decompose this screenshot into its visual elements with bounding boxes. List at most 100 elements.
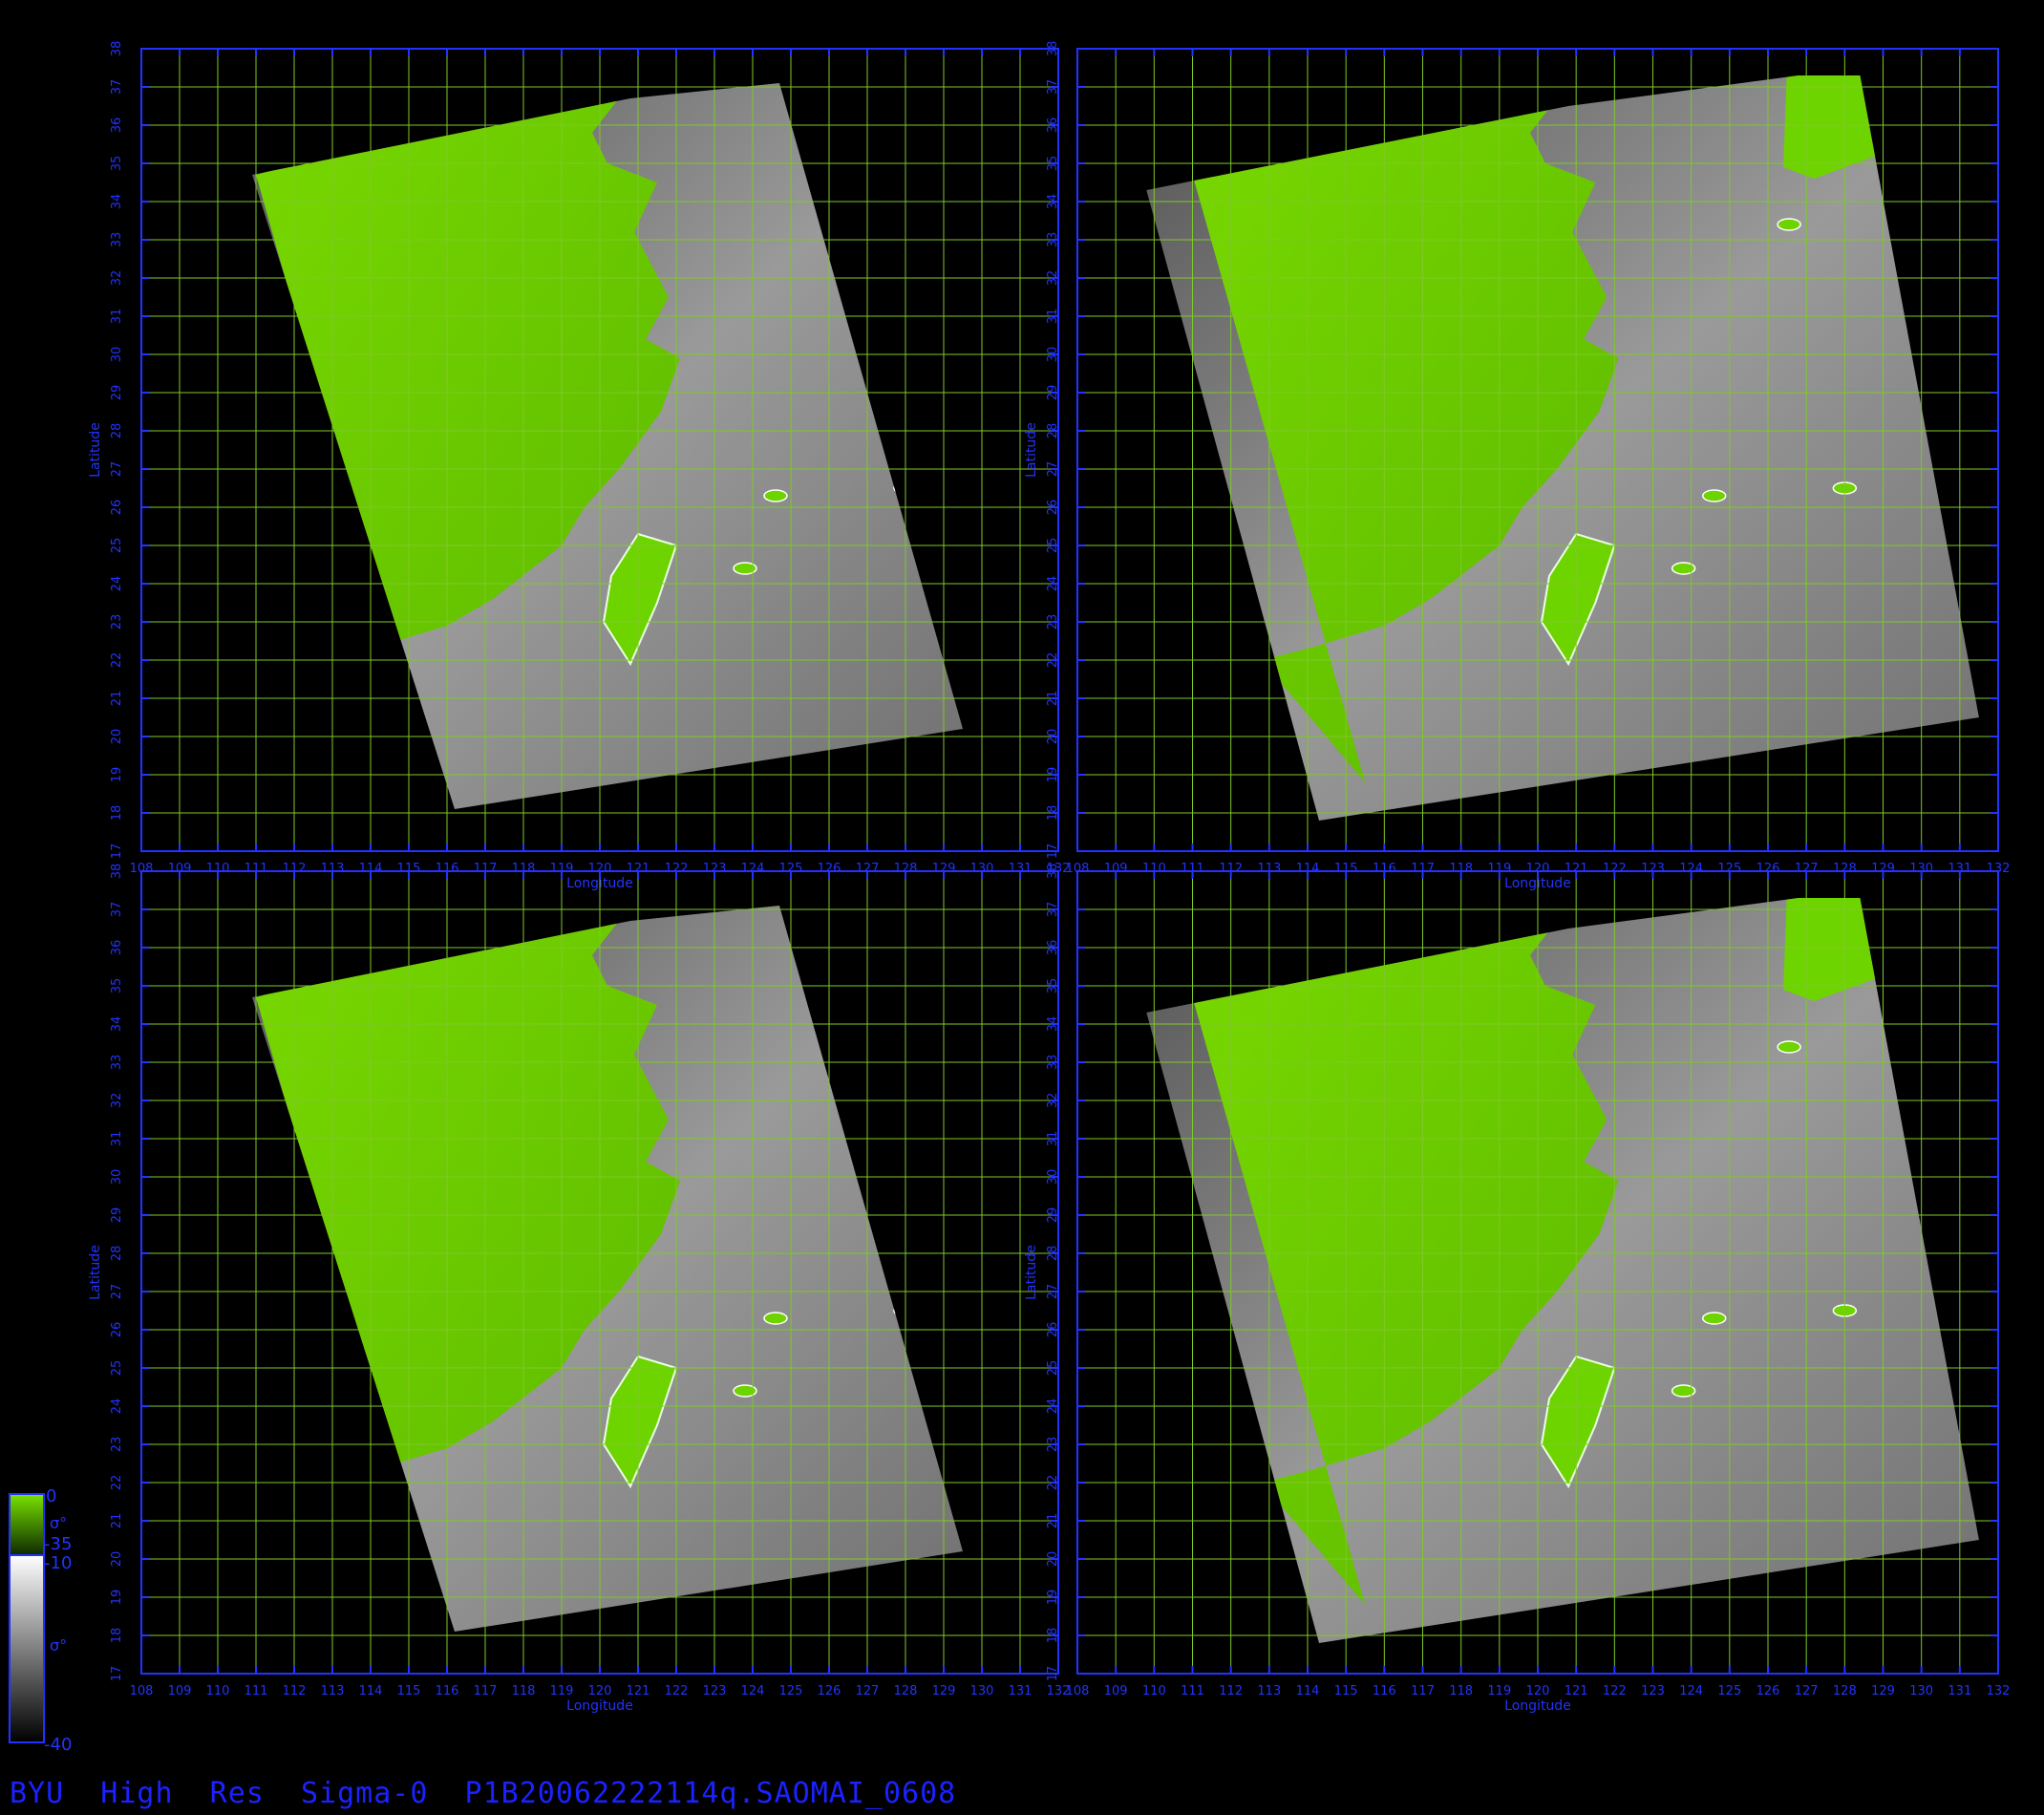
lat-tick-label: 17: [110, 843, 124, 860]
island-1: [1702, 1312, 1727, 1325]
lon-tick-label: 127: [856, 1684, 880, 1698]
lat-tick-label: 22: [1046, 652, 1060, 669]
lon-tick-label: 118: [512, 1684, 536, 1698]
lat-tick-label: 36: [1046, 940, 1060, 956]
lat-tick-label: 20: [110, 729, 124, 745]
lon-tick-label: 129: [932, 1684, 956, 1698]
lat-tick-label: 36: [1046, 117, 1060, 134]
lon-tick-label: 132: [1987, 1684, 2011, 1698]
map-panel-top-left: 108 109 110 111 112 113 114 115 116 117 118 119 120 1…: [88, 41, 1070, 891]
island-1: [763, 489, 788, 502]
lon-tick-label: 108: [1066, 1684, 1090, 1698]
lat-tick-label: 26: [1046, 500, 1060, 516]
lat-tick-label: 19: [1046, 767, 1060, 783]
lon-tick-label: 112: [283, 1684, 307, 1698]
lon-tick-label: 126: [1757, 1684, 1780, 1698]
lat-tick-label: 38: [110, 41, 124, 57]
lon-tick-label: 116: [436, 1684, 459, 1698]
colorbar-land-min: -35: [44, 1534, 72, 1554]
lat-tick-label: 31: [110, 1131, 124, 1147]
lat-tick-label: 34: [1046, 194, 1060, 210]
lat-tick-label: 20: [1046, 1551, 1060, 1568]
lon-tick-label: 109: [1104, 1684, 1128, 1698]
y-axis-label: Latitude: [88, 1245, 103, 1300]
lon-tick-label: 113: [1257, 1684, 1281, 1698]
lat-tick-label: 20: [1046, 729, 1060, 745]
lat-tick-label: 30: [110, 1169, 124, 1185]
colorbar-sea-symbol: σ°: [50, 1636, 67, 1655]
lat-tick-label: 25: [110, 538, 124, 554]
lat-tick-label: 24: [1046, 1399, 1060, 1415]
lat-tick-label: 17: [1046, 843, 1060, 860]
lon-tick-label: 110: [1142, 1684, 1166, 1698]
lat-tick-label: 18: [110, 1628, 124, 1644]
lon-tick-label: 122: [665, 1684, 689, 1698]
lat-tick-label: 35: [1046, 156, 1060, 172]
lat-tick-label: 31: [110, 309, 124, 325]
lon-tick-label: 127: [1795, 1684, 1819, 1698]
lat-tick-label: 29: [110, 385, 124, 401]
lat-tick-label: 35: [110, 978, 124, 994]
sigma0-figure: 108 109 110 111 112 113 114 115 116 117 118 119 120 1…: [9, 41, 2011, 1755]
lon-tick-label: 124: [1679, 1684, 1703, 1698]
lat-tick-label: 30: [1046, 1169, 1060, 1185]
lon-tick-label: 121: [627, 1684, 650, 1698]
island-0: [838, 218, 862, 231]
lat-tick-label: 24: [110, 1399, 124, 1415]
lat-tick-label: 19: [1046, 1590, 1060, 1606]
lat-tick-label: 35: [110, 156, 124, 172]
lat-tick-label: 30: [110, 347, 124, 363]
lat-tick-label: 26: [1046, 1322, 1060, 1338]
lon-tick-label: 113: [321, 1684, 345, 1698]
lon-tick-label: 126: [818, 1684, 841, 1698]
figure-title: BYU High Res Sigma-0 P1B20062222114q.SAO…: [10, 1777, 957, 1810]
lat-tick-label: 28: [1046, 423, 1060, 439]
island-0: [838, 1040, 862, 1054]
lat-tick-label: 22: [110, 1475, 124, 1491]
lat-tick-label: 32: [110, 270, 124, 287]
lon-tick-label: 130: [1909, 1684, 1933, 1698]
island-1: [1702, 489, 1727, 502]
y-axis-label: Latitude: [1024, 422, 1039, 478]
lon-tick-label: 128: [894, 1684, 918, 1698]
lon-tick-label: 112: [1219, 1684, 1243, 1698]
lon-tick-label: 108: [130, 1684, 154, 1698]
lon-tick-label: 115: [1334, 1684, 1358, 1698]
lat-tick-label: 23: [110, 614, 124, 630]
lat-tick-label: 37: [110, 79, 124, 96]
lon-tick-label: 120: [1526, 1684, 1550, 1698]
lat-tick-label: 28: [110, 423, 124, 439]
lat-tick-label: 21: [1046, 691, 1060, 707]
map-panel-bottom-left: 108 109 110 111 112 113 114 115 116 117 118 119 120 1…: [88, 864, 1070, 1714]
lat-tick-label: 32: [110, 1093, 124, 1109]
lon-tick-label: 128: [1833, 1684, 1857, 1698]
island-0: [1777, 1040, 1801, 1054]
lat-tick-label: 18: [110, 805, 124, 822]
colorbar-sea-max: -10: [44, 1553, 72, 1573]
lat-tick-label: 24: [110, 576, 124, 592]
lon-tick-label: 120: [588, 1684, 612, 1698]
lat-tick-label: 28: [1046, 1246, 1060, 1262]
lon-tick-label: 121: [1565, 1684, 1588, 1698]
lon-tick-label: 123: [703, 1684, 727, 1698]
lat-tick-label: 21: [110, 1513, 124, 1529]
lat-tick-label: 17: [110, 1666, 124, 1682]
lon-tick-label: 114: [1296, 1684, 1320, 1698]
lon-tick-label: 111: [245, 1684, 268, 1698]
lat-tick-label: 37: [1046, 79, 1060, 96]
lat-tick-label: 28: [110, 1246, 124, 1262]
colorbar-sea-bar: [9, 1554, 45, 1743]
lon-tick-label: 116: [1373, 1684, 1396, 1698]
lat-tick-label: 27: [110, 461, 124, 478]
lat-tick-label: 34: [110, 194, 124, 210]
lat-tick-label: 37: [1046, 902, 1060, 918]
lat-tick-label: 33: [110, 232, 124, 248]
lat-tick-label: 32: [1046, 1093, 1060, 1109]
lon-tick-label: 119: [1487, 1684, 1511, 1698]
lat-tick-label: 31: [1046, 309, 1060, 325]
x-axis-label: Longitude: [566, 1698, 633, 1714]
lat-tick-label: 25: [110, 1360, 124, 1377]
lat-tick-label: 19: [110, 1590, 124, 1606]
island-0: [1777, 218, 1801, 231]
lat-tick-label: 36: [110, 117, 124, 134]
